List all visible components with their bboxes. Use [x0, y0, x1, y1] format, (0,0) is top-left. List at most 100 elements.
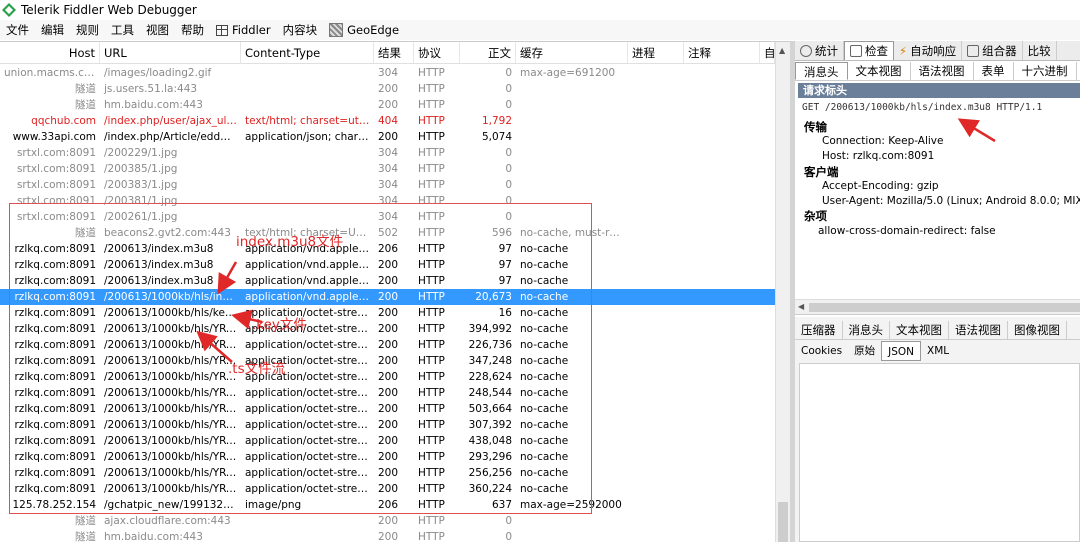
tab-request-syntaxview[interactable]: 语法视图 [911, 62, 974, 80]
session-row[interactable]: rzlkq.com:8091/200613/1000kb/hls/YRT9...… [0, 321, 775, 337]
tab-json[interactable]: JSON [881, 341, 921, 361]
session-cell-ct: application/octet-stream [245, 387, 374, 399]
session-row[interactable]: srtxl.com:8091/200229/1.jpg 304 HTTP 0 [0, 145, 775, 161]
session-row[interactable]: rzlkq.com:8091/200613/1000kb/hls/YRT9...… [0, 401, 775, 417]
col-comments[interactable]: 注释 [684, 42, 760, 63]
tab-response-imageview[interactable]: 图像视图 [1008, 321, 1067, 339]
session-row[interactable]: 125.78.252.154/gchatpic_new/19913254... i… [0, 497, 775, 513]
tab-compare[interactable]: 比较 [1023, 41, 1057, 60]
tab-response-textview[interactable]: 文本视图 [890, 321, 949, 339]
session-row[interactable]: rzlkq.com:8091/200613/1000kb/hls/YRT9...… [0, 385, 775, 401]
request-horizontal-scrollbar[interactable]: ◀ [795, 299, 1080, 315]
col-result[interactable]: 结果 [374, 42, 414, 63]
session-row[interactable]: rzlkq.com:8091/200613/1000kb/hls/YRT9...… [0, 353, 775, 369]
header-host[interactable]: Host: rzlkq.com:8091 [822, 150, 934, 162]
session-cell-url: beacons2.gvt2.com:443 [104, 227, 231, 239]
col-body[interactable]: 正文 [460, 42, 516, 63]
col-url[interactable]: URL [100, 42, 241, 63]
group-transport[interactable]: 传输 [804, 119, 827, 135]
session-row[interactable]: rzlkq.com:8091/200613/index.m3u8 applicat… [0, 257, 775, 273]
session-row[interactable]: srtxl.com:8091/200383/1.jpg 304 HTTP 0 [0, 177, 775, 193]
session-cell-body: 16 [498, 307, 512, 319]
tab-response-transformer[interactable]: 压缩器 [795, 321, 843, 339]
menu-fiddler[interactable]: Fiddler [210, 20, 277, 40]
session-cell-proto: HTTP [418, 419, 445, 431]
session-cell-host: rzlkq.com:8091 [14, 275, 96, 287]
session-cell-host: rzlkq.com:8091 [14, 435, 96, 447]
session-row[interactable]: rzlkq.com:8091/200613/1000kb/hls/YRT9...… [0, 369, 775, 385]
session-row[interactable]: 隧道 ajax.cloudflare.com:443 200 HTTP 0 [0, 513, 775, 529]
session-row[interactable]: 隧道 hm.baidu.com:443 200 HTTP 0 [0, 529, 775, 542]
session-cell-res: 502 [378, 227, 399, 239]
session-row[interactable]: 隧道 js.users.51.la:443 200 HTTP 0 [0, 81, 775, 97]
tab-request-headers[interactable]: 消息头 [795, 62, 848, 80]
session-row[interactable]: rzlkq.com:8091/200613/1000kb/hls/key.key… [0, 305, 775, 321]
session-row[interactable]: rzlkq.com:8091/200613/1000kb/hls/YRT9...… [0, 465, 775, 481]
session-cell-body: 438,048 [468, 435, 512, 447]
session-row[interactable]: rzlkq.com:8091/200613/1000kb/hls/index..… [0, 289, 775, 305]
session-cell-ct: application/octet-stream [245, 451, 374, 463]
session-row[interactable]: www.33api.com/index.php/Article/eddata..… [0, 129, 775, 145]
session-row[interactable]: 隧道 beacons2.gvt2.com:443 text/html; charse… [0, 225, 775, 241]
tab-response-headers[interactable]: 消息头 [843, 321, 890, 339]
session-cell-url: /200613/1000kb/hls/YRT9... [104, 435, 241, 447]
session-cell-url: /index.php/user/ajax_ulo... [104, 115, 241, 127]
session-row[interactable]: srtxl.com:8091/200385/1.jpg 304 HTTP 0 [0, 161, 775, 177]
col-more[interactable]: 自 [760, 42, 775, 63]
header-accept-encoding[interactable]: Accept-Encoding: gzip [822, 180, 939, 192]
tab-autoresponder[interactable]: ⚡ 自动响应 [894, 41, 963, 60]
session-cell-cache [516, 513, 628, 529]
tab-raw[interactable]: 原始 [848, 341, 881, 361]
tab-request-webforms[interactable]: 表单 [974, 62, 1014, 80]
col-content-type[interactable]: Content-Type [241, 42, 374, 63]
scroll-up-icon[interactable]: ▲ [779, 46, 785, 55]
response-body[interactable] [799, 363, 1080, 542]
col-protocol[interactable]: 协议 [414, 42, 460, 63]
session-row[interactable]: srtxl.com:8091/200381/1.jpg 304 HTTP 0 [0, 193, 775, 209]
session-row[interactable]: rzlkq.com:8091/200613/1000kb/hls/YRT9...… [0, 433, 775, 449]
session-row[interactable]: 隧道 hm.baidu.com:443 200 HTTP 0 [0, 97, 775, 113]
header-connection[interactable]: Connection: Keep-Alive [822, 135, 943, 147]
header-user-agent[interactable]: User-Agent: Mozilla/5.0 (Linux; Android … [822, 195, 1080, 207]
col-host[interactable]: Host [0, 42, 100, 63]
tab-cookies[interactable]: Cookies [795, 341, 848, 361]
session-row[interactable]: rzlkq.com:8091/200613/1000kb/hls/YRT9...… [0, 481, 775, 497]
menu-rules[interactable]: 规则 [70, 20, 105, 40]
session-cell-cache [516, 193, 628, 209]
menu-geoedge[interactable]: GeoEdge [323, 20, 405, 40]
tab-request-textview[interactable]: 文本视图 [848, 62, 911, 80]
tab-xml[interactable]: XML [921, 341, 955, 361]
tab-inspectors[interactable]: 检查 [844, 41, 894, 60]
tab-request-hexview[interactable]: 十六进制 [1014, 62, 1077, 80]
tab-statistics[interactable]: 统计 [795, 41, 844, 60]
session-cell-body: 360,224 [468, 483, 512, 495]
session-list-scrollbar[interactable]: ▲ [775, 42, 790, 542]
menu-help[interactable]: 帮助 [175, 20, 210, 40]
session-row[interactable]: rzlkq.com:8091/200613/1000kb/hls/YRT9...… [0, 417, 775, 433]
session-row[interactable]: rzlkq.com:8091/200613/1000kb/hls/YRT9...… [0, 337, 775, 353]
group-client[interactable]: 客户端 [804, 164, 839, 180]
col-caching[interactable]: 缓存 [516, 42, 628, 63]
menu-content-blocks[interactable]: 内容块 [277, 20, 324, 40]
tab-response-syntaxview[interactable]: 语法视图 [949, 321, 1008, 339]
session-row[interactable]: rzlkq.com:8091/200613/index.m3u8 applicat… [0, 241, 775, 257]
session-row[interactable]: qqchub.com/index.php/user/ajax_ulo... tex… [0, 113, 775, 129]
session-cell-cache: no-cache [520, 307, 569, 319]
session-row[interactable]: rzlkq.com:8091/200613/1000kb/hls/YRT9...… [0, 449, 775, 465]
session-cell-proto: HTTP [418, 131, 445, 143]
hscroll-thumb[interactable] [809, 303, 1080, 312]
session-row[interactable]: srtxl.com:8091/200261/1.jpg 304 HTTP 0 [0, 209, 775, 225]
menu-file[interactable]: 文件 [0, 20, 35, 40]
scrollbar-thumb[interactable] [778, 502, 788, 542]
scroll-left-icon[interactable]: ◀ [798, 302, 804, 311]
session-row[interactable]: rzlkq.com:8091/200613/index.m3u8 applicat… [0, 273, 775, 289]
session-row[interactable]: union.macms.com/images/loading2.gif 304 HT… [0, 65, 775, 81]
header-allow-cross-domain[interactable]: allow-cross-domain-redirect: false [818, 225, 996, 237]
session-cell-body: 293,296 [468, 451, 512, 463]
menu-view[interactable]: 视图 [140, 20, 175, 40]
menu-edit[interactable]: 编辑 [35, 20, 70, 40]
menu-tools[interactable]: 工具 [105, 20, 140, 40]
tab-composer[interactable]: 组合器 [962, 41, 1023, 60]
col-process[interactable]: 进程 [628, 42, 684, 63]
group-misc[interactable]: 杂项 [804, 208, 827, 224]
